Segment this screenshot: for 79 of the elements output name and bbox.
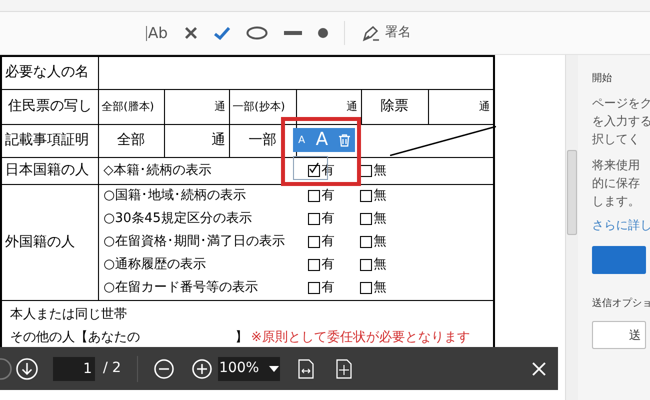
- enlarge-font-button[interactable]: A: [316, 131, 328, 149]
- item-label: ○在留資格･期間･満了日の表示: [102, 233, 286, 252]
- panel-text: 将来使用: [592, 157, 641, 174]
- check-icon: [308, 160, 318, 174]
- checkbox[interactable]: [360, 190, 372, 202]
- checkbox[interactable]: [308, 190, 320, 202]
- zoom-in-icon[interactable]: [192, 358, 212, 378]
- fit-page-icon[interactable]: [336, 358, 352, 378]
- checkbox-label: 無: [374, 162, 386, 180]
- shrink-font-button[interactable]: A: [298, 132, 306, 148]
- checkbox[interactable]: [360, 213, 372, 225]
- vertical-scrollbar[interactable]: [565, 55, 578, 400]
- checkbox-label: 無: [374, 187, 386, 206]
- bracket: 】: [235, 329, 249, 347]
- table-cell: 通: [214, 100, 226, 113]
- page-total: / 2: [103, 359, 122, 378]
- delegate-text: その他の人【あなたの: [10, 329, 141, 347]
- item-label: ○国籍･地域･続柄の表示: [102, 187, 247, 206]
- item-label: ○在留カード番号等の表示: [102, 279, 259, 298]
- table-cell: 全部(謄本): [102, 100, 154, 113]
- checkbox[interactable]: [308, 164, 320, 176]
- text-tool[interactable]: Ab: [146, 22, 168, 44]
- section-heading: 送信オプショ: [592, 296, 650, 311]
- row-label: 日本国籍の人: [5, 162, 89, 178]
- checkbox[interactable]: [360, 259, 372, 271]
- panel-text: 択してく: [592, 131, 641, 148]
- panel-text: します。: [592, 193, 641, 210]
- fit-width-icon[interactable]: [298, 358, 314, 378]
- checkbox[interactable]: [308, 259, 320, 271]
- table-cell: 除票: [380, 98, 408, 114]
- zoom-out-icon[interactable]: [154, 358, 174, 378]
- checkbox-label: 無: [374, 279, 386, 298]
- checkbox-label: 有: [322, 187, 334, 206]
- dot-icon[interactable]: [318, 28, 328, 38]
- checkbox-label: 有: [322, 279, 334, 298]
- checkbox-label: 無: [374, 210, 386, 228]
- checkbox[interactable]: [360, 236, 372, 248]
- item-label: ◇本籍･続柄の表示: [102, 162, 212, 180]
- page-number-field[interactable]: 1: [53, 356, 95, 380]
- checkbox-label: 無: [374, 233, 386, 252]
- send-button[interactable]: 送: [592, 321, 646, 349]
- table-cell: 通: [346, 100, 358, 113]
- caret-icon: [269, 366, 280, 372]
- checkbox[interactable]: [308, 236, 320, 248]
- item-label: ○通称履歴の表示: [102, 256, 207, 274]
- panel-text: 的に保存: [592, 175, 641, 192]
- row-label: 外国籍の人: [5, 234, 75, 250]
- panel-text: ページをク: [592, 95, 650, 112]
- cross-icon[interactable]: [184, 26, 198, 40]
- pen-icon: [360, 24, 381, 42]
- delegate-text: 本人または同じ世帯: [10, 306, 128, 324]
- table-cell: 通: [212, 132, 226, 148]
- row-label: 必要な人の名: [5, 64, 89, 80]
- table-cell: 通: [479, 100, 490, 113]
- checkbox[interactable]: [308, 213, 320, 225]
- table-cell: 一部: [248, 132, 276, 148]
- table-cell: 一部(抄本): [232, 100, 286, 113]
- down-circle-icon[interactable]: [16, 358, 38, 380]
- checkbox[interactable]: [360, 282, 372, 294]
- row-label: 住民票の写し: [8, 98, 92, 114]
- trash-icon[interactable]: [338, 134, 350, 146]
- table-cell: 全部: [117, 132, 145, 148]
- panel-heading: 開始: [592, 72, 613, 86]
- ellipse-icon[interactable]: [246, 26, 268, 40]
- panel-text: を入力する: [592, 113, 650, 130]
- checkbox-label: 無: [374, 256, 386, 274]
- zoom-dropdown[interactable]: 100%: [218, 356, 280, 380]
- check-icon[interactable]: [214, 26, 230, 40]
- scrollbar-thumb[interactable]: [567, 150, 577, 235]
- warning-note: ※原則として委任状が必要となります: [251, 329, 470, 347]
- checkbox-label: 有: [322, 233, 334, 252]
- close-icon[interactable]: [532, 362, 546, 376]
- checkbox-label: 有: [322, 210, 334, 228]
- checkbox-label: 有: [322, 256, 334, 274]
- sign-button[interactable]: 署名: [360, 23, 411, 43]
- learn-more-link[interactable]: さらに詳し: [592, 216, 650, 234]
- row-label: 記載事項証明: [5, 132, 89, 148]
- item-label: ○30条45規定区分の表示: [102, 210, 253, 228]
- checkbox[interactable]: [308, 282, 320, 294]
